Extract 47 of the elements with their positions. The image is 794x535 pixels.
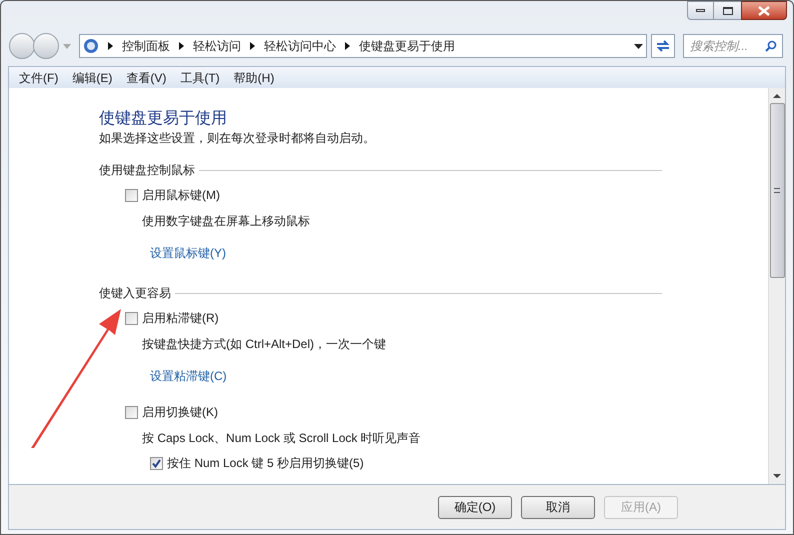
checkbox-label[interactable]: 按住 Num Lock 键 5 秒启用切换键(5) (167, 455, 364, 471)
chevron-icon[interactable] (179, 42, 184, 50)
checkbox[interactable] (125, 188, 138, 202)
scrollbar[interactable] (768, 88, 785, 484)
close-button[interactable] (741, 1, 787, 20)
chevron-icon[interactable] (108, 42, 113, 50)
dialog-button[interactable]: 确定(O) (438, 496, 512, 518)
checkbox[interactable] (125, 312, 138, 324)
option-description: 使用数字键盘在屏幕上移动鼠标 (142, 213, 311, 229)
breadcrumb[interactable]: 轻松访问 (193, 37, 241, 55)
search-icon[interactable] (765, 40, 777, 52)
minimize-button[interactable] (687, 1, 714, 20)
checkbox[interactable] (125, 406, 138, 418)
menu-item[interactable]: 编辑(E) (66, 68, 118, 86)
breadcrumb[interactable]: 控制面板 (122, 37, 170, 55)
settings-link[interactable]: 设置粘滞键(C) (150, 369, 227, 383)
page-title: 使键盘更易于使用 (99, 109, 228, 129)
checkbox-label[interactable]: 启用切换键(K) (142, 404, 218, 420)
maximize-button[interactable] (714, 1, 741, 20)
checkbox-label[interactable]: 启用鼠标键(M) (142, 187, 220, 203)
checkbox[interactable] (150, 456, 163, 470)
breadcrumb[interactable]: 使键盘更易于使用 (359, 37, 455, 55)
option-description: 按键盘快捷方式(如 Ctrl+Alt+Del)，一次一个键 (142, 336, 388, 352)
maximize-icon[interactable] (722, 6, 732, 14)
search-field[interactable]: 搜索控制... (683, 34, 783, 58)
menu-item[interactable]: 文件(F) (13, 68, 64, 86)
page-subtitle: 如果选择这些设置，则在每次登录时都将自动启动。 (99, 130, 376, 146)
control-panel-icon (83, 38, 99, 54)
dropdown-arrow-icon[interactable] (634, 44, 643, 48)
menu-item[interactable]: 工具(T) (174, 68, 226, 86)
refresh-icon (655, 39, 671, 53)
menu-item[interactable]: 帮助(H) (228, 68, 280, 86)
chevron-icon[interactable] (345, 42, 350, 50)
settings-link[interactable]: 设置鼠标键(Y) (150, 246, 226, 260)
close-icon[interactable] (758, 6, 770, 16)
address-bar[interactable]: 控制面板 轻松访问 轻松访问中心 使键盘更易于使用 (79, 34, 647, 58)
minimize-icon[interactable] (696, 9, 705, 12)
section-heading: 使用键盘控制鼠标 (99, 162, 195, 178)
refresh-button[interactable] (651, 34, 675, 58)
chevron-icon[interactable] (250, 42, 255, 50)
option-description: 按 Caps Lock、Num Lock 或 Scroll Lock 时听见声音 (142, 430, 422, 446)
menu-item[interactable]: 查看(V) (120, 68, 172, 86)
section-heading: 使键入更容易 (99, 285, 171, 301)
breadcrumb[interactable]: 轻松访问中心 (264, 37, 336, 55)
scroll-thumb[interactable] (770, 103, 784, 278)
dialog-button[interactable]: 取消 (521, 496, 595, 518)
checkbox-label[interactable]: 启用粘滞键(R) (142, 310, 219, 326)
